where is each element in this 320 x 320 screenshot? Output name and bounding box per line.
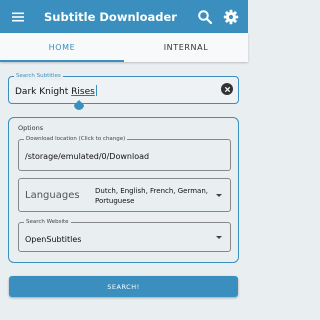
menu-button[interactable] <box>2 0 34 33</box>
search-website-value: OpenSubtitles <box>25 235 82 244</box>
search-input-text: Dark Knight Rises <box>15 85 97 97</box>
tab-internal[interactable]: INTERNAL <box>124 33 248 62</box>
download-location-label: Download location (Click to change) <box>24 135 128 143</box>
settings-button[interactable] <box>218 0 244 33</box>
download-location-field[interactable]: Download location (Click to change) /sto… <box>18 135 231 171</box>
text-selection-handle-icon[interactable] <box>73 100 85 112</box>
options-panel: Options Download location (Click to chan… <box>8 117 239 263</box>
search-subtitles-label: Search Subtitles <box>14 72 63 80</box>
search-input-text-underlined: Rises <box>71 87 95 97</box>
app-bar: Subtitle Downloader <box>0 0 248 33</box>
close-icon <box>224 86 230 92</box>
search-input-text-prefix: Dark Knight <box>15 87 72 97</box>
menu-icon <box>12 12 24 21</box>
search-website-label: Search Website <box>24 218 71 226</box>
options-label: Options <box>18 124 44 132</box>
search-icon <box>198 9 213 24</box>
languages-select[interactable]: Languages Dutch, English, French, German… <box>18 178 231 212</box>
search-subtitles-input[interactable]: Search Subtitles Dark Knight Rises <box>8 72 239 104</box>
text-cursor <box>95 85 97 96</box>
search-action-button[interactable] <box>192 0 218 33</box>
tab-home[interactable]: HOME <box>0 33 124 62</box>
dropdown-arrow-icon <box>216 194 222 197</box>
download-location-value: /storage/emulated/0/Download <box>25 152 150 161</box>
clear-search-button[interactable] <box>221 83 233 95</box>
search-button[interactable]: SEARCH! <box>9 276 238 297</box>
dropdown-arrow-icon <box>216 236 222 239</box>
app-title: Subtitle Downloader <box>44 9 177 24</box>
settings-gear-icon <box>223 9 239 24</box>
languages-value: Dutch, English, French, German, Portugue… <box>95 187 209 205</box>
tab-bar: HOME INTERNAL <box>0 33 248 62</box>
search-website-select[interactable]: Search Website OpenSubtitles <box>18 218 231 252</box>
languages-label: Languages <box>25 190 80 201</box>
